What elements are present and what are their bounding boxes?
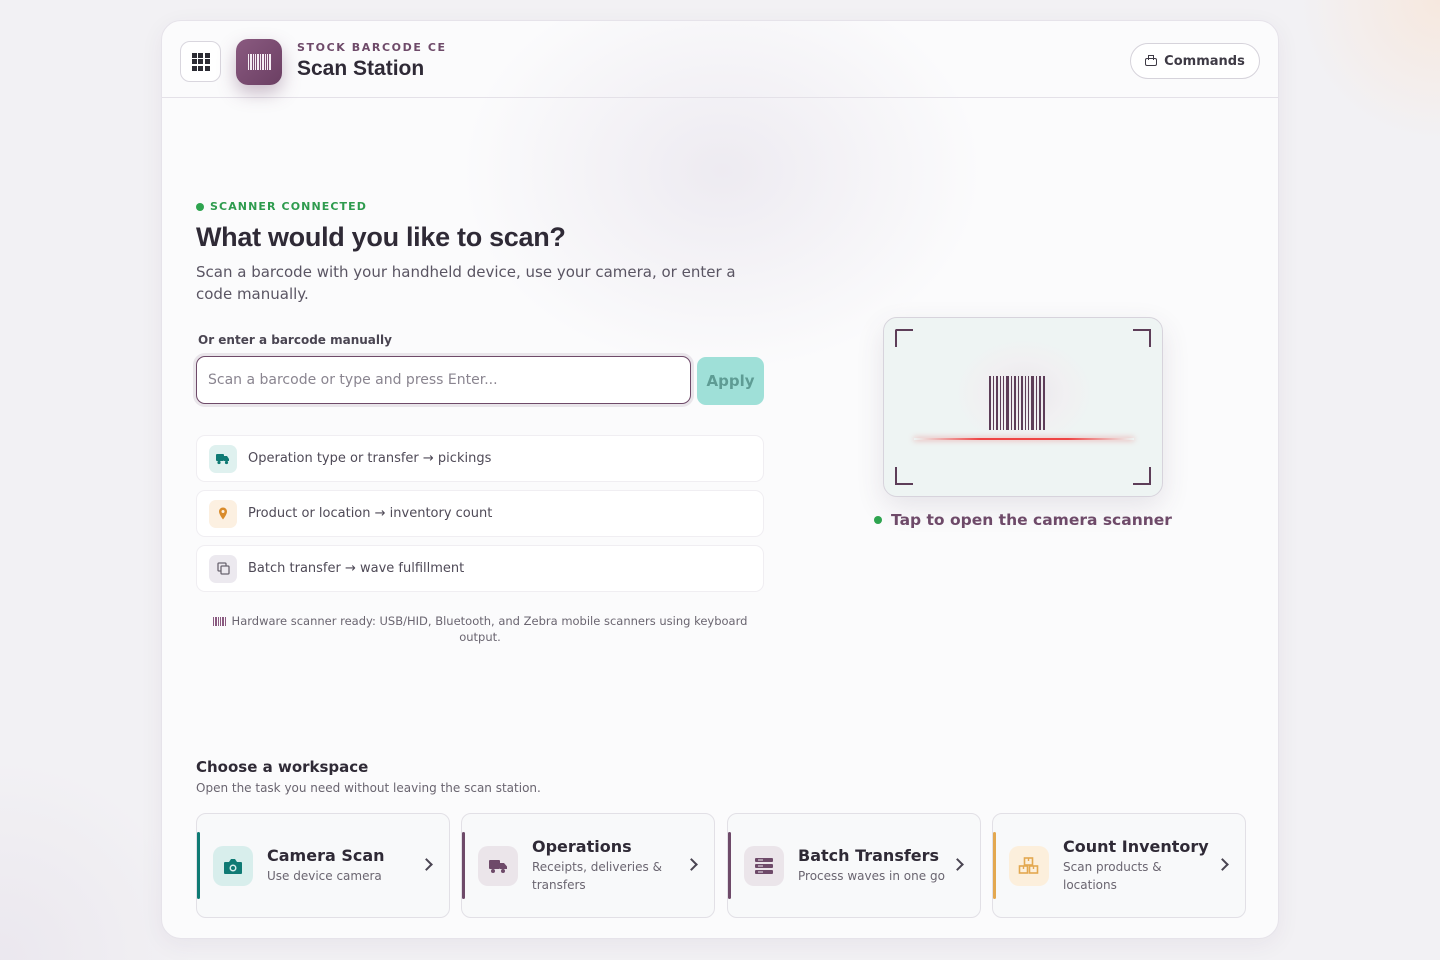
hint-text: Operation type or transfer → pickings	[248, 451, 492, 466]
workspace-count-inventory[interactable]: Count Inventory Scan products & location…	[992, 813, 1246, 918]
scan-headline: What would you like to scan?	[196, 222, 566, 252]
apps-grid-icon	[191, 52, 210, 71]
copy-icon	[209, 554, 237, 583]
hardware-note-text: Hardware scanner ready: USB/HID, Bluetoo…	[231, 614, 748, 644]
card-desc: Use device camera	[267, 869, 382, 883]
barcode-input[interactable]	[196, 356, 691, 404]
commands-label: Commands	[1164, 53, 1245, 69]
hint-text: Batch transfer → wave fulfillment	[248, 561, 465, 576]
scanner-status: SCANNER CONNECTED	[196, 200, 367, 213]
card-desc: Process waves in one go	[798, 869, 945, 883]
truck-icon	[209, 444, 237, 473]
card-accent	[993, 832, 996, 899]
card-text: Count Inventory Scan products & location…	[1063, 814, 1213, 917]
app-kicker: STOCK BARCODE CE	[297, 41, 447, 54]
camera-status-dot-icon	[874, 516, 882, 524]
camera-scanner-preview[interactable]	[883, 317, 1163, 497]
open-camera-link[interactable]: Tap to open the camera scanner	[874, 511, 1172, 529]
truck-icon	[478, 846, 518, 886]
hint-inventory: Product or location → inventory count	[196, 490, 764, 537]
barcode-icon	[989, 376, 1045, 430]
map-pin-icon	[209, 499, 237, 528]
chevron-right-icon	[1216, 858, 1229, 871]
hint-batch: Batch transfer → wave fulfillment	[196, 545, 764, 592]
workspace-operations[interactable]: Operations Receipts, deliveries & transf…	[461, 813, 715, 918]
workspace-camera-scan[interactable]: Camera Scan Use device camera	[196, 813, 450, 918]
commands-button[interactable]: Commands	[1130, 43, 1260, 79]
stack-icon	[744, 846, 784, 886]
apps-menu-button[interactable]	[180, 41, 221, 82]
workspace-batch-transfers[interactable]: Batch Transfers Process waves in one go	[727, 813, 981, 918]
camera-icon	[213, 846, 253, 886]
chevron-right-icon	[685, 858, 698, 871]
card-accent	[197, 832, 200, 899]
card-name: Count Inventory	[1063, 837, 1209, 856]
workspace-title: Choose a workspace	[196, 758, 369, 776]
frame-corner-icon	[1133, 467, 1151, 485]
scan-line	[914, 438, 1134, 440]
card-text: Camera Scan Use device camera	[267, 814, 417, 917]
apply-button[interactable]: Apply	[697, 357, 764, 405]
card-name: Batch Transfers	[798, 846, 940, 865]
chevron-right-icon	[420, 858, 433, 871]
card-text: Batch Transfers Process waves in one go	[798, 814, 948, 917]
card-desc: Receipts, deliveries & transfers	[532, 860, 662, 892]
status-dot-icon	[196, 202, 204, 211]
card-name: Camera Scan	[267, 846, 385, 865]
boxes-icon	[1009, 846, 1049, 886]
scan-station-card: STOCK BARCODE CE Scan Station Commands S…	[161, 20, 1279, 939]
barcode-icon	[247, 54, 271, 70]
frame-corner-icon	[895, 467, 913, 485]
frame-corner-icon	[895, 329, 913, 347]
card-name: Operations	[532, 837, 632, 856]
printer-icon	[1145, 55, 1158, 66]
app-logo	[236, 39, 282, 85]
scanner-status-text: SCANNER CONNECTED	[210, 200, 368, 213]
scan-subtitle: Scan a barcode with your handheld device…	[196, 263, 736, 303]
camera-caption: Tap to open the camera scanner	[891, 511, 1172, 529]
workspace-subtitle: Open the task you need without leaving t…	[196, 781, 541, 795]
page-title: Scan Station	[297, 57, 425, 80]
chevron-right-icon	[951, 858, 964, 871]
hardware-note: Hardware scanner ready: USB/HID, Bluetoo…	[196, 613, 764, 645]
barcode-small-icon	[212, 617, 226, 626]
manual-entry-label: Or enter a barcode manually	[198, 333, 392, 347]
frame-corner-icon	[1133, 329, 1151, 347]
card-accent	[462, 832, 465, 899]
hint-text: Product or location → inventory count	[248, 506, 493, 521]
card-accent	[728, 832, 731, 899]
card-text: Operations Receipts, deliveries & transf…	[532, 814, 682, 917]
app-header: STOCK BARCODE CE Scan Station Commands	[162, 21, 1278, 98]
hint-pickings: Operation type or transfer → pickings	[196, 435, 764, 482]
card-desc: Scan products & locations	[1063, 860, 1162, 892]
